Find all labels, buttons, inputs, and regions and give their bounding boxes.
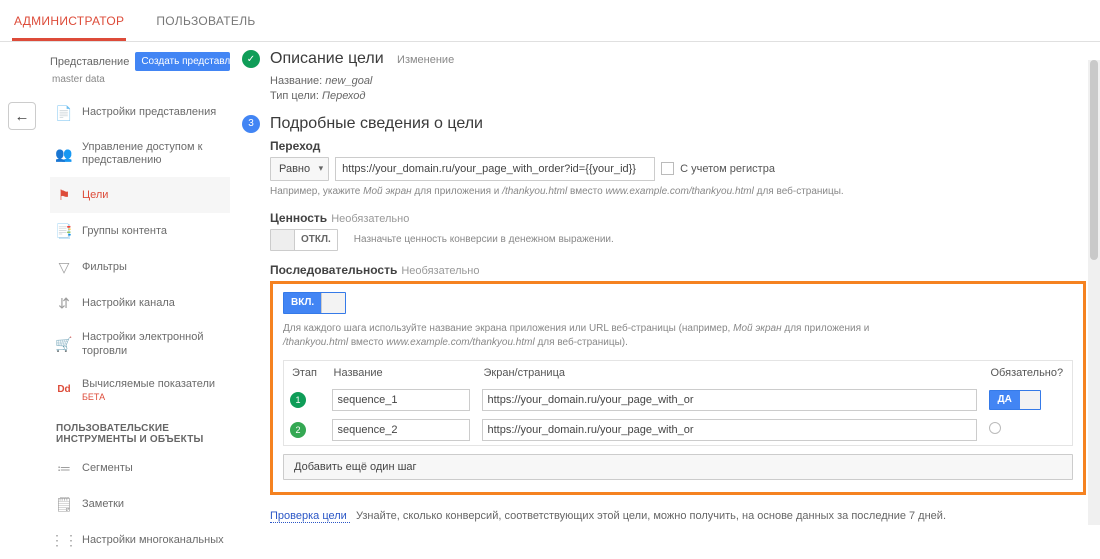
arrow-left-icon: ← bbox=[15, 108, 30, 125]
sidebar-section-tools: ПОЛЬЗОВАТЕЛЬСКИЕ ИНСТРУМЕНТЫ И ОБЪЕКТЫ bbox=[50, 413, 230, 451]
sidebar-item-multichannel[interactable]: ⋮⋮Настройки многоканальных bbox=[50, 523, 230, 559]
step-number-icon: 3 bbox=[242, 115, 260, 133]
required-toggle[interactable]: ДА bbox=[989, 390, 1041, 410]
funnel-box: ВКЛ. Для каждого шага используйте назван… bbox=[270, 281, 1086, 495]
sidebar-item-segments[interactable]: ≔Сегменты bbox=[50, 451, 230, 487]
sidebar: Представление Создать представле master … bbox=[44, 42, 230, 533]
view-name: master data bbox=[52, 74, 230, 85]
step-url-input[interactable] bbox=[482, 389, 977, 411]
segments-icon: ≔ bbox=[56, 461, 72, 477]
col-required: Обязательно? bbox=[983, 360, 1073, 385]
tab-admin[interactable]: АДМИНИСТРАТОР bbox=[12, 8, 126, 41]
verify-text: Проверка цели Узнайте, сколько конверсий… bbox=[270, 509, 950, 524]
scrollbar-thumb[interactable] bbox=[1090, 60, 1098, 260]
step-name-input[interactable] bbox=[332, 419, 470, 441]
tab-user[interactable]: ПОЛЬЗОВАТЕЛЬ bbox=[154, 8, 257, 41]
case-sensitive-label: С учетом регистра bbox=[680, 163, 775, 175]
people-icon: 👥 bbox=[56, 146, 72, 162]
destination-hint: Например, укажите Мой экран для приложен… bbox=[270, 185, 970, 199]
sidebar-item-ecommerce[interactable]: 🛒Настройки электронной торговли bbox=[50, 321, 230, 367]
sidebar-item-goals[interactable]: ⚑Цели bbox=[50, 177, 230, 213]
col-step: Этап bbox=[284, 360, 326, 385]
goal-details-title: Подробные сведения о цели bbox=[270, 115, 483, 133]
add-step-button[interactable]: Добавить ещё один шаг bbox=[283, 454, 1073, 480]
col-name: Название bbox=[326, 360, 476, 385]
funnel-label: ПоследовательностьНеобязательно bbox=[270, 263, 1086, 277]
grid-icon: ⋮⋮ bbox=[56, 533, 72, 549]
verify-goal-link[interactable]: Проверка цели bbox=[270, 510, 350, 523]
cart-icon: 🛒 bbox=[56, 337, 72, 353]
flag-icon: ⚑ bbox=[56, 187, 72, 203]
channel-icon: ⇵ bbox=[56, 295, 72, 311]
destination-label: Переход bbox=[270, 139, 1086, 153]
funnel-toggle[interactable]: ВКЛ. bbox=[283, 292, 346, 314]
sidebar-item-content-groups[interactable]: 📑Группы контента bbox=[50, 213, 230, 249]
funnel-icon: ▽ bbox=[56, 259, 72, 275]
back-button[interactable]: ← bbox=[8, 102, 36, 130]
sidebar-item-notes[interactable]: 🗒Заметки bbox=[50, 487, 230, 523]
value-toggle[interactable]: ОТКЛ. bbox=[270, 229, 338, 251]
top-tabs: АДМИНИСТРАТОР ПОЛЬЗОВАТЕЛЬ bbox=[0, 0, 1100, 42]
table-row: 1 ДА bbox=[284, 385, 1073, 415]
scrollbar[interactable] bbox=[1088, 60, 1100, 525]
stack-icon: 📑 bbox=[56, 223, 72, 239]
create-view-button[interactable]: Создать представле bbox=[135, 52, 230, 71]
match-type-select[interactable]: Равно bbox=[270, 157, 329, 181]
check-icon: ✓ bbox=[242, 50, 260, 68]
sidebar-item-channel[interactable]: ⇵Настройки канала bbox=[50, 285, 230, 321]
step-url-input[interactable] bbox=[482, 419, 977, 441]
sidebar-item-access[interactable]: 👥Управление доступом к представлению bbox=[50, 131, 230, 177]
main-content: ✓ Описание цели Изменение Название: new_… bbox=[230, 42, 1100, 533]
col-screen: Экран/страница bbox=[476, 360, 983, 385]
value-hint: Назначьте ценность конверсии в денежном … bbox=[354, 234, 614, 245]
goal-desc-title: Описание цели bbox=[270, 50, 384, 67]
step-badge-2: 2 bbox=[290, 422, 306, 438]
dd-icon: Dd bbox=[56, 382, 72, 398]
step-badge-1: 1 bbox=[290, 392, 306, 408]
goal-desc-edit-link[interactable]: Изменение bbox=[397, 54, 454, 66]
required-radio-off[interactable] bbox=[989, 422, 1001, 434]
document-icon: 📄 bbox=[56, 105, 72, 121]
step-name-input[interactable] bbox=[332, 389, 470, 411]
goal-desc-summary: Название: new_goal Тип цели: Переход bbox=[270, 74, 1086, 105]
table-row: 2 bbox=[284, 415, 1073, 446]
notes-icon: 🗒 bbox=[56, 497, 72, 513]
funnel-table: Этап Название Экран/страница Обязательно… bbox=[283, 360, 1073, 446]
sidebar-item-view-settings[interactable]: 📄Настройки представления bbox=[50, 95, 230, 131]
case-sensitive-checkbox[interactable] bbox=[661, 162, 674, 175]
view-label: Представление bbox=[50, 56, 129, 68]
funnel-hint: Для каждого шага используйте название эк… bbox=[283, 322, 913, 350]
destination-url-input[interactable] bbox=[335, 157, 655, 181]
sidebar-item-filters[interactable]: ▽Фильтры bbox=[50, 249, 230, 285]
value-label: ЦенностьНеобязательно bbox=[270, 211, 1086, 225]
sidebar-item-calc-metrics[interactable]: DdВычисляемые показателиБЕТА bbox=[50, 368, 230, 413]
